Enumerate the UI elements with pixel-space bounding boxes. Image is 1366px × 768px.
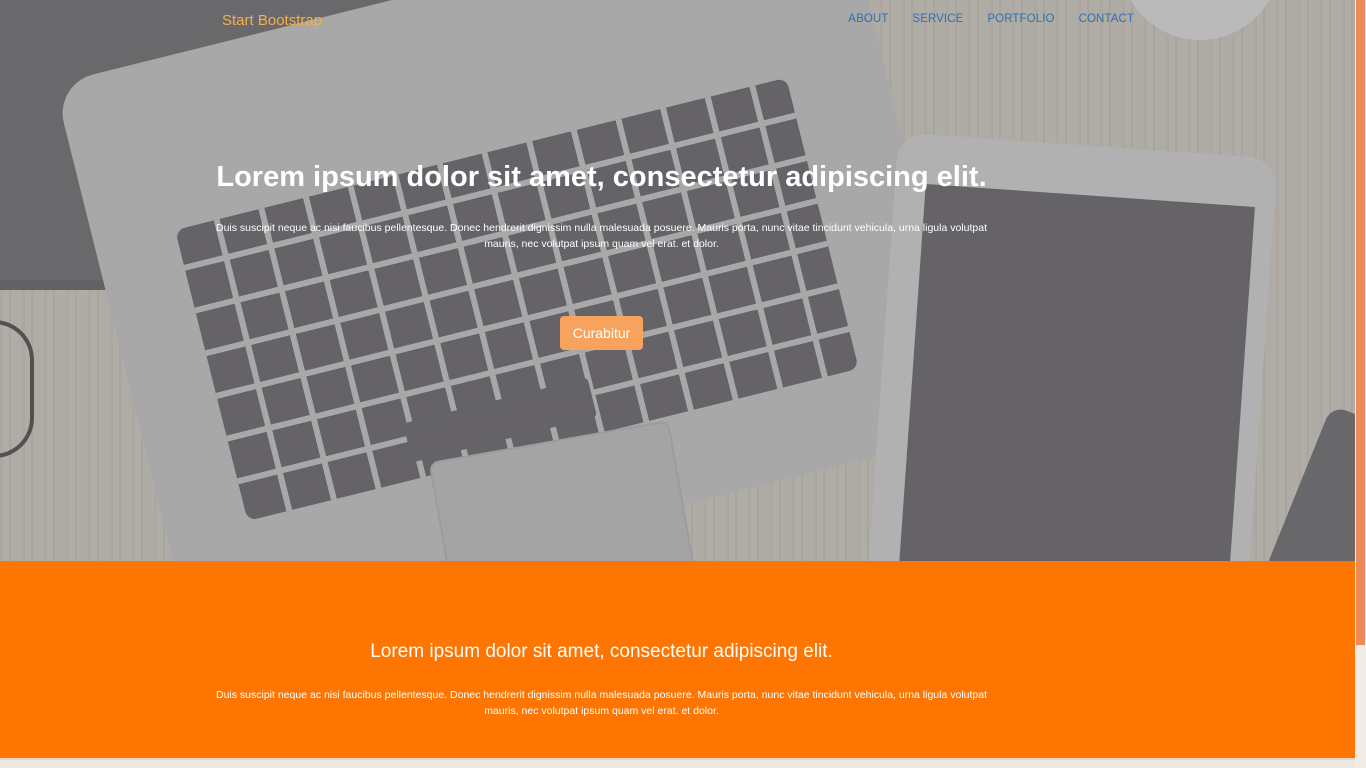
- nav-links: ABOUT SERVICE PORTFOLIO CONTACT: [848, 13, 1134, 25]
- curabitur-button[interactable]: Curabitur: [559, 316, 644, 350]
- hero-text: Duis suscipit neque ac nisi faucibus pel…: [215, 222, 988, 250]
- nav-link-about[interactable]: ABOUT: [848, 13, 888, 25]
- nav-link-portfolio[interactable]: PORTFOLIO: [987, 13, 1054, 25]
- next-section-edge: [0, 758, 1355, 768]
- navbar: Start Bootstrap ABOUT SERVICE PORTFOLIO …: [0, 0, 1355, 42]
- hero-content: Lorem ipsum dolor sit amet, consectetur …: [200, 158, 1003, 350]
- section-text: Duis suscipit neque ac nisi faucibus pel…: [215, 689, 988, 717]
- hero-section: Lorem ipsum dolor sit amet, consectetur …: [0, 0, 1355, 561]
- hero-title: Lorem ipsum dolor sit amet, consectetur …: [216, 161, 987, 193]
- page-scrollbar[interactable]: [1355, 0, 1366, 768]
- section-title: Lorem ipsum dolor sit amet, consectetur …: [370, 641, 833, 662]
- scrollbar-thumb[interactable]: [1356, 0, 1365, 645]
- nav-link-service[interactable]: SERVICE: [912, 13, 963, 25]
- nav-link-contact[interactable]: CONTACT: [1079, 13, 1134, 25]
- brand-link[interactable]: Start Bootstrap: [222, 12, 322, 29]
- orange-section: Lorem ipsum dolor sit amet, consectetur …: [0, 561, 1355, 758]
